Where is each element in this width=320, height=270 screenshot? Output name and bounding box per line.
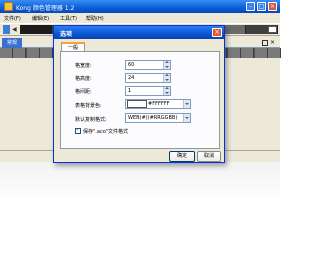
- cell-width-label: 格宽度:: [75, 63, 92, 69]
- options-dialog: 选项 × 一般 格宽度: 60 格高度: 24 格间距: 1 表格背景色: #F…: [53, 25, 225, 163]
- dialog-close-icon[interactable]: ×: [212, 28, 222, 37]
- cell-gap-spinner[interactable]: [163, 87, 170, 95]
- menu-edit[interactable]: 编辑(E): [32, 15, 49, 22]
- table-bg-label: 表格背景色:: [75, 103, 102, 109]
- grid-cell[interactable]: [254, 48, 268, 58]
- toolbar-arrow-icon[interactable]: ◀: [12, 25, 18, 34]
- aco-format-checkbox[interactable]: [75, 127, 81, 134]
- tab-restore-icon[interactable]: [262, 40, 268, 46]
- cancel-button[interactable]: 取消: [197, 151, 221, 162]
- grid-cell[interactable]: [0, 48, 13, 58]
- menu-help[interactable]: 帮助(H): [86, 15, 104, 22]
- window-reflection: [0, 162, 280, 202]
- grid-cell[interactable]: [13, 48, 27, 58]
- app-icon: [4, 2, 13, 11]
- grid-cell[interactable]: [227, 48, 241, 58]
- minimize-icon[interactable]: –: [246, 2, 255, 11]
- cell-height-spinner[interactable]: [163, 74, 170, 82]
- menu-file[interactable]: 文件(F): [4, 15, 21, 22]
- cell-height-label: 格高度:: [75, 76, 92, 82]
- cell-width-spinner[interactable]: [163, 61, 170, 69]
- color-swatch[interactable]: [20, 25, 52, 34]
- folder-icon[interactable]: [268, 26, 277, 33]
- grid-cell[interactable]: [40, 48, 54, 58]
- table-bg-dropdown-icon[interactable]: [183, 100, 190, 108]
- grid-cell[interactable]: [268, 48, 281, 58]
- tab-close-icon[interactable]: ×: [270, 39, 275, 46]
- copy-format-select[interactable]: WEB(#)(#RRGGBB): [125, 113, 191, 123]
- ok-button[interactable]: 确定: [169, 151, 195, 162]
- close-icon[interactable]: ×: [268, 2, 277, 11]
- app-title: Kong 颜色管理器 1.2: [16, 5, 75, 12]
- tab-general[interactable]: 常规: [2, 38, 22, 48]
- grid-cell[interactable]: [26, 48, 40, 58]
- menu-tools[interactable]: 工具(T): [60, 15, 77, 22]
- menu-bar: 文件(F) 编辑(E) 工具(T) 帮助(H): [0, 13, 280, 23]
- table-bg-value: #FFFFFF: [148, 101, 170, 107]
- table-bg-swatch: [127, 100, 147, 108]
- cell-gap-label: 格间距:: [75, 89, 92, 95]
- main-title-bar: Kong 颜色管理器 1.2: [0, 0, 280, 13]
- toolbar-tool-icon[interactable]: [3, 25, 10, 34]
- dialog-title-bar: 选项: [54, 26, 224, 39]
- copy-format-label: 默认复制格式:: [75, 117, 107, 123]
- options-panel: 格宽度: 60 格高度: 24 格间距: 1 表格背景色: #FFFFFF 默认…: [60, 51, 220, 149]
- dialog-title: 选项: [60, 31, 73, 38]
- copy-format-dropdown-icon[interactable]: [183, 114, 190, 122]
- maximize-icon[interactable]: □: [257, 2, 266, 11]
- grid-cell[interactable]: [241, 48, 255, 58]
- aco-format-label: 保存".aco"文件格式: [83, 129, 129, 135]
